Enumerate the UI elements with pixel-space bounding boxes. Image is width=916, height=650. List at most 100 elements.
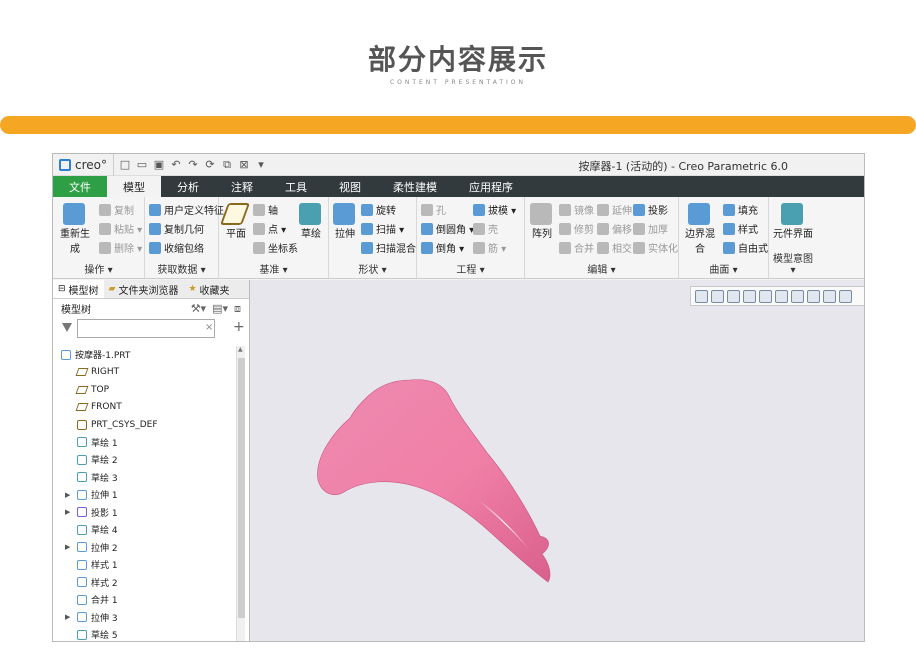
group-label-editing[interactable]: 编辑 ▾ <box>525 261 678 276</box>
new-file-icon[interactable]: □ <box>118 158 132 172</box>
close-window-icon[interactable]: ⊠ <box>237 158 251 172</box>
point-button[interactable]: 点 ▾ <box>253 221 286 236</box>
extrude-button[interactable]: 拉伸 <box>332 203 358 240</box>
tree-node[interactable]: RIGHT <box>53 364 238 382</box>
regenerate-icon[interactable]: ⟳ <box>203 158 217 172</box>
tree-node[interactable]: 样式 2 <box>53 574 238 592</box>
expand-arrow-icon[interactable]: ▶ <box>65 613 70 621</box>
mirror-button[interactable]: 镜像 <box>559 202 594 217</box>
tab-annotate[interactable]: 注释 <box>215 176 269 197</box>
udf-button[interactable]: 用户定义特征 <box>149 202 224 217</box>
group-label-shapes[interactable]: 形状 ▾ <box>329 261 416 276</box>
group-label-datum[interactable]: 基准 ▾ <box>219 261 328 276</box>
undo-icon[interactable]: ↶ <box>169 158 183 172</box>
freestyle-button[interactable]: 自由式 <box>723 240 768 255</box>
tree-node[interactable]: ▶ 拉伸 2 <box>53 539 238 557</box>
tree-node[interactable]: 草绘 2 <box>53 451 238 469</box>
tab-applications[interactable]: 应用程序 <box>453 176 529 197</box>
hole-button[interactable]: 孔 <box>421 202 446 217</box>
draft-button[interactable]: 拔模 ▾ <box>473 202 516 217</box>
merge-button[interactable]: 合并 <box>559 240 594 255</box>
expand-arrow-icon[interactable]: ▶ <box>65 543 70 551</box>
tree-node[interactable]: 按摩器-1.PRT <box>53 346 238 364</box>
fill-label: 填充 <box>738 206 758 217</box>
shrinkwrap-button[interactable]: 收缩包络 <box>149 240 204 255</box>
shell-button[interactable]: 壳 <box>473 221 498 236</box>
expand-arrow-icon[interactable]: ▶ <box>65 491 70 499</box>
csys-button[interactable]: 坐标系 <box>253 240 298 255</box>
extend-button[interactable]: 延伸 <box>597 202 632 217</box>
scroll-thumb[interactable] <box>238 358 245 618</box>
copy-button[interactable]: 复制 <box>99 202 134 217</box>
tab-flexible-modeling[interactable]: 柔性建模 <box>377 176 453 197</box>
tree-node[interactable]: 合并 1 <box>53 591 238 609</box>
tree-show-icon[interactable]: ▤▾ <box>212 302 228 316</box>
intersect-button[interactable]: 相交 <box>597 240 632 255</box>
tree-search-input[interactable] <box>77 319 215 338</box>
group-label-model-intent[interactable]: 模型意图 ▾ <box>769 250 817 276</box>
tree-settings-icon[interactable]: ⚒▾ <box>191 302 206 316</box>
tree-node[interactable]: 草绘 4 <box>53 521 238 539</box>
tree-node[interactable]: 样式 1 <box>53 556 238 574</box>
tree-node[interactable]: TOP <box>53 381 238 399</box>
add-item-icon[interactable]: + <box>233 319 245 335</box>
rib-button[interactable]: 筋 ▾ <box>473 240 506 255</box>
plane-button[interactable]: 平面 <box>219 203 250 240</box>
copy-geometry-button[interactable]: 复制几何 <box>149 221 204 236</box>
revolve-button[interactable]: 旋转 <box>361 202 396 217</box>
tree-node[interactable]: 草绘 3 <box>53 469 238 487</box>
sweep-button[interactable]: 扫描 ▾ <box>361 221 404 236</box>
scroll-up-icon[interactable]: ▲ <box>238 346 243 353</box>
clear-search-icon[interactable]: × <box>205 322 213 333</box>
expand-arrow-icon[interactable]: ▶ <box>65 508 70 516</box>
component-interface-button[interactable]: 元件界面 <box>771 203 815 240</box>
tab-folder-browser[interactable]: ▰ 文件夹浏览器 <box>104 280 184 298</box>
paste-button[interactable]: 粘贴 ▾ <box>99 221 142 236</box>
group-label-surfaces[interactable]: 曲面 ▾ <box>679 261 768 276</box>
axis-button[interactable]: 轴 <box>253 202 278 217</box>
customize-dropdown-icon[interactable]: ▾ <box>254 158 268 172</box>
pattern-button[interactable]: 阵列 <box>529 203 555 240</box>
tab-analysis[interactable]: 分析 <box>161 176 215 197</box>
offset-button[interactable]: 偏移 <box>597 221 632 236</box>
graphics-viewport[interactable] <box>250 280 865 642</box>
draft-label: 拔模 ▾ <box>488 206 517 217</box>
tab-favorites[interactable]: ★ 收藏夹 <box>183 280 234 298</box>
windows-icon[interactable]: ⧉ <box>220 158 234 172</box>
style-button[interactable]: 样式 <box>723 221 758 236</box>
group-label-get-data[interactable]: 获取数据 ▾ <box>145 261 218 276</box>
tree-node[interactable]: 草绘 5 <box>53 626 238 641</box>
group-label-operations[interactable]: 操作 ▾ <box>53 261 144 276</box>
solidify-button[interactable]: 实体化 <box>633 240 678 255</box>
tree-node[interactable]: FRONT <box>53 399 238 417</box>
tree-filter-icon[interactable]: ⧈ <box>234 302 241 316</box>
tree-node[interactable]: ▶ 投影 1 <box>53 504 238 522</box>
tree-node[interactable]: 草绘 1 <box>53 434 238 452</box>
tab-model[interactable]: 模型 <box>107 176 161 197</box>
tree-node[interactable]: ▶ 拉伸 3 <box>53 609 238 627</box>
tab-view[interactable]: 视图 <box>323 176 377 197</box>
trim-button[interactable]: 修剪 <box>559 221 594 236</box>
tab-file[interactable]: 文件 <box>53 176 107 197</box>
fill-button[interactable]: 填充 <box>723 202 758 217</box>
regenerate-button[interactable]: 重新生成 <box>57 203 93 255</box>
open-folder-icon[interactable]: ▭ <box>135 158 149 172</box>
massager-model[interactable] <box>250 280 865 642</box>
round-button[interactable]: 倒圆角 ▾ <box>421 221 474 236</box>
delete-button[interactable]: 删除 ▾ <box>99 240 142 255</box>
sketch-button[interactable]: 草绘 <box>297 203 325 240</box>
swept-blend-button[interactable]: 扫描混合 <box>361 240 416 255</box>
group-label-engineering[interactable]: 工程 ▾ <box>417 261 524 276</box>
tree-scrollbar[interactable]: ▲ <box>236 346 245 641</box>
tab-model-tree[interactable]: ⊟ 模型树 <box>53 280 104 298</box>
redo-icon[interactable]: ↷ <box>186 158 200 172</box>
save-icon[interactable]: ▣ <box>152 158 166 172</box>
tree-node[interactable]: ▶ 拉伸 1 <box>53 486 238 504</box>
chamfer-button[interactable]: 倒角 ▾ <box>421 240 464 255</box>
thicken-button[interactable]: 加厚 <box>633 221 668 236</box>
boundary-blend-button[interactable]: 边界混合 <box>681 203 719 255</box>
tree-node[interactable]: PRT_CSYS_DEF <box>53 416 238 434</box>
project-button[interactable]: 投影 <box>633 202 668 217</box>
model-surface[interactable] <box>317 379 551 583</box>
tab-tools[interactable]: 工具 <box>269 176 323 197</box>
